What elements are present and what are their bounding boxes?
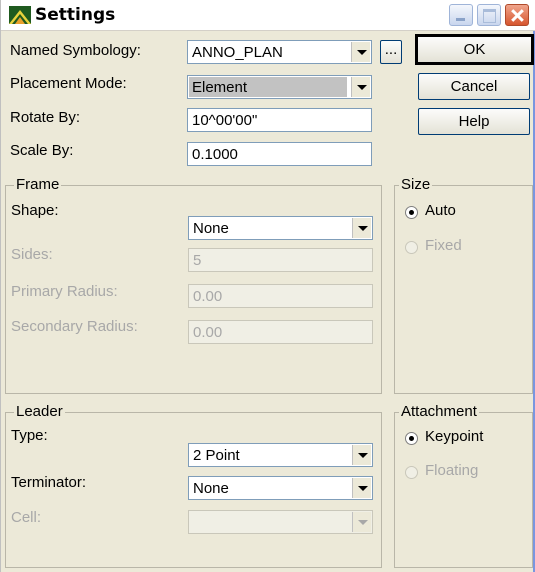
size-auto-label[interactable]: Auto — [425, 202, 456, 219]
sides-label: Sides: — [11, 246, 53, 263]
placement-mode-combo[interactable]: Element — [187, 75, 372, 99]
attachment-keypoint-label[interactable]: Keypoint — [425, 428, 483, 445]
named-symbology-label: Named Symbology: — [10, 42, 141, 59]
ok-label: OK — [463, 41, 486, 58]
attachment-keypoint-radio[interactable] — [405, 432, 418, 445]
sides-input[interactable]: 5 — [188, 248, 373, 272]
rotate-by-input[interactable]: 10^00'00" — [187, 108, 372, 132]
leader-group-title: Leader — [14, 403, 65, 420]
frame-group-title: Frame — [14, 176, 62, 193]
size-group-title: Size — [399, 176, 433, 193]
chevron-down-icon[interactable] — [352, 218, 371, 238]
chevron-down-icon[interactable] — [352, 478, 371, 498]
browse-symbology-button[interactable]: ... — [380, 40, 402, 64]
size-fixed-radio[interactable] — [405, 241, 418, 254]
named-symbology-value: ANNO_PLAN — [192, 44, 283, 61]
primary-radius-input[interactable]: 0.00 — [188, 284, 373, 308]
cell-combo[interactable] — [188, 510, 373, 534]
chevron-down-icon[interactable] — [351, 42, 370, 62]
cancel-label: Cancel — [450, 78, 498, 95]
chevron-down-icon[interactable] — [352, 512, 371, 532]
attachment-floating-label[interactable]: Floating — [425, 462, 478, 479]
secondary-radius-input[interactable]: 0.00 — [188, 320, 373, 344]
shape-combo[interactable]: None — [188, 216, 373, 240]
browse-label: ... — [384, 41, 398, 58]
close-button[interactable] — [505, 4, 529, 26]
scale-by-input[interactable]: 0.1000 — [187, 142, 372, 166]
help-label: Help — [458, 113, 490, 130]
settings-window: Settings Named Symbology: ANNO_PLAN ... … — [0, 0, 535, 572]
rotate-by-label: Rotate By: — [10, 109, 81, 126]
title-bar[interactable]: Settings — [1, 0, 535, 31]
ok-button[interactable]: OK — [415, 34, 534, 65]
shape-label: Shape: — [11, 202, 59, 219]
attachment-floating-radio[interactable] — [405, 466, 418, 479]
window-title: Settings — [35, 5, 116, 25]
minimize-button[interactable] — [449, 4, 473, 26]
primary-radius-label: Primary Radius: — [11, 283, 118, 300]
cancel-button[interactable]: Cancel — [418, 73, 530, 100]
terminator-value: None — [193, 480, 229, 497]
shape-value: None — [193, 220, 229, 237]
named-symbology-combo[interactable]: ANNO_PLAN — [187, 40, 372, 64]
chevron-down-icon[interactable] — [352, 445, 371, 465]
chevron-down-icon[interactable] — [351, 77, 370, 97]
terminator-combo[interactable]: None — [188, 476, 373, 500]
attachment-group-title: Attachment — [399, 403, 479, 420]
terminator-label: Terminator: — [11, 474, 87, 491]
app-icon — [9, 6, 31, 24]
scale-by-label: Scale By: — [10, 142, 74, 159]
leader-type-value: 2 Point — [193, 447, 240, 464]
placement-mode-value: Element — [189, 77, 347, 97]
size-fixed-label[interactable]: Fixed — [425, 237, 462, 254]
leader-type-label: Type: — [11, 427, 48, 444]
leader-type-combo[interactable]: 2 Point — [188, 443, 373, 467]
size-auto-radio[interactable] — [405, 206, 418, 219]
cell-label: Cell: — [11, 509, 42, 526]
maximize-button[interactable] — [477, 4, 501, 26]
placement-mode-label: Placement Mode: — [10, 75, 127, 92]
secondary-radius-label: Secondary Radius: — [11, 318, 138, 335]
help-button[interactable]: Help — [418, 108, 530, 135]
